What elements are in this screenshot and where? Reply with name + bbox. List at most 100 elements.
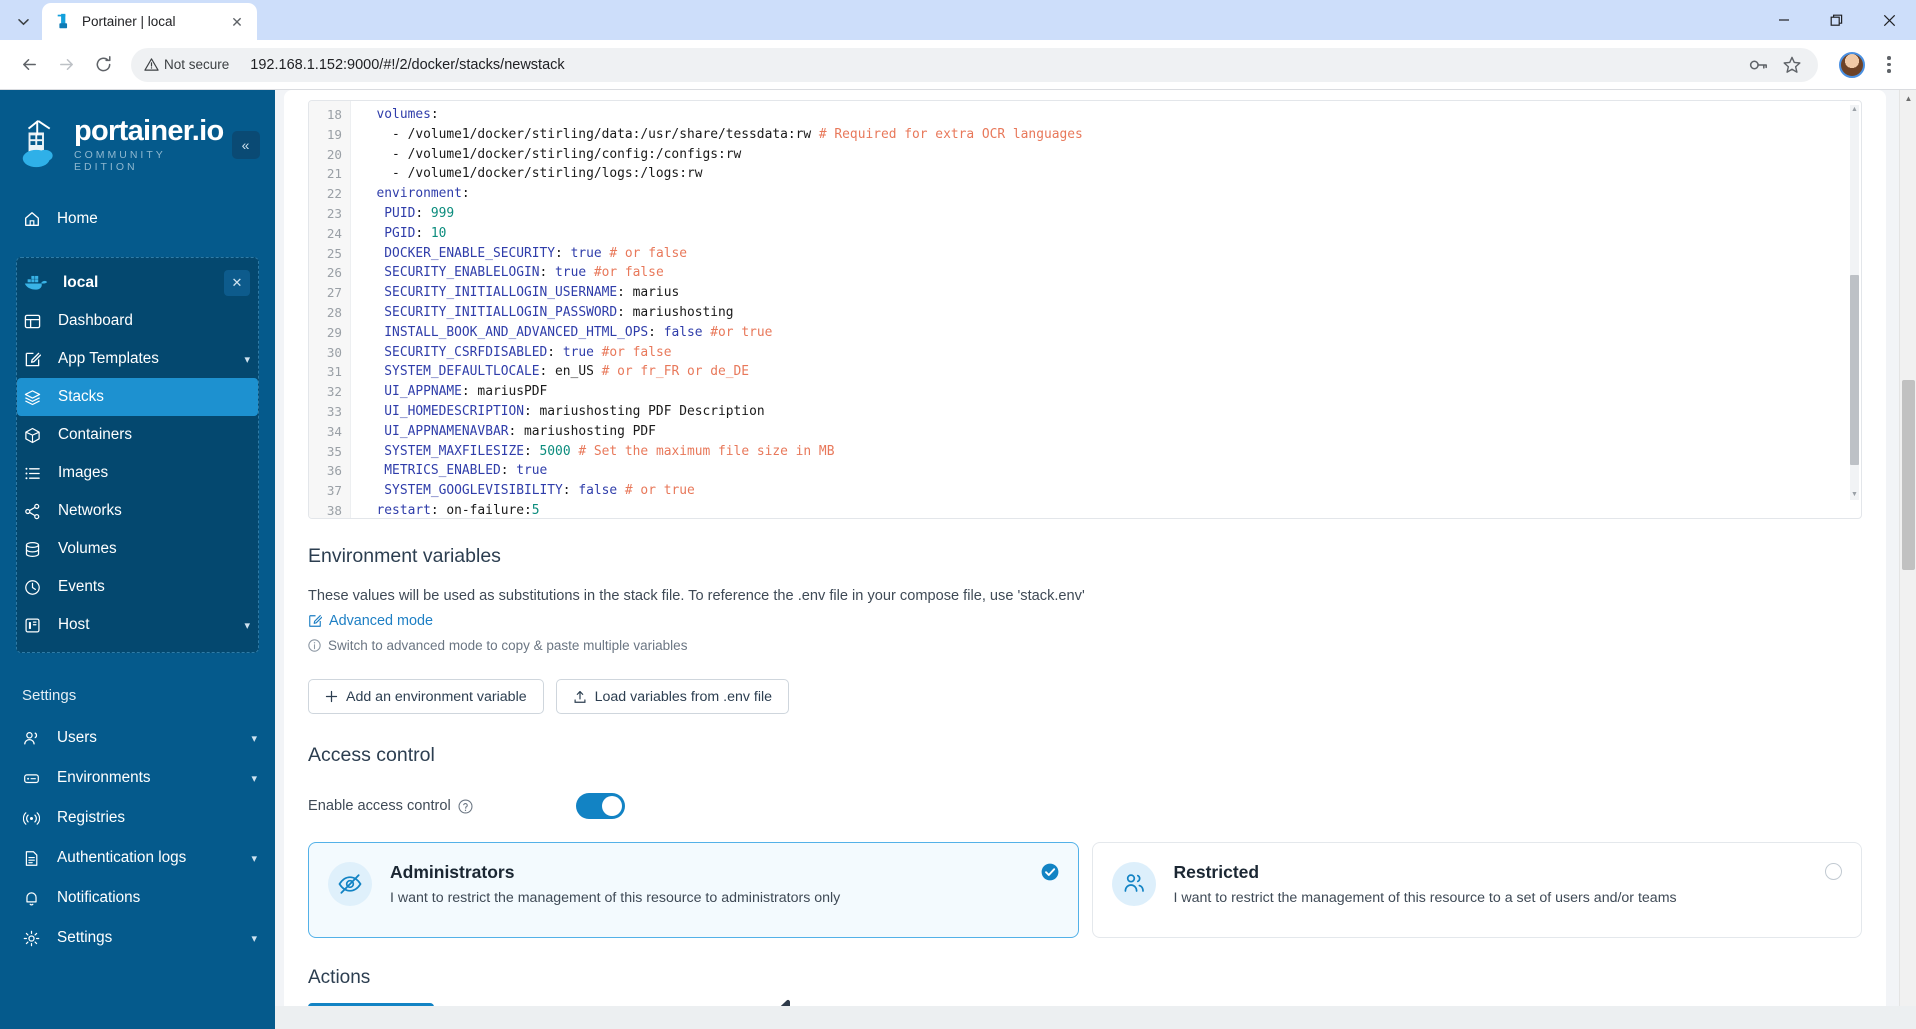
access-option-administrators[interactable]: Administrators I want to restrict the ma… — [308, 842, 1079, 938]
reload-icon[interactable] — [86, 48, 120, 82]
sidebar-collapse-button[interactable]: « — [231, 131, 260, 159]
editor-line[interactable]: - /volume1/docker/stirling/config:/confi… — [361, 145, 1861, 165]
editor-line[interactable]: UI_HOMEDESCRIPTION: mariushosting PDF De… — [361, 402, 1861, 422]
sidebar-item-networks[interactable]: Networks — [17, 492, 258, 530]
sidebar-item-notifications[interactable]: Notifications — [0, 878, 275, 918]
back-arrow-icon[interactable] — [12, 48, 46, 82]
access-option-description: I want to restrict the management of thi… — [390, 890, 841, 906]
sidebar-item-settings[interactable]: Settings ▾ — [0, 918, 275, 958]
sidebar-item-environments[interactable]: Environments ▾ — [0, 758, 275, 798]
editor-line[interactable]: INSTALL_BOOK_AND_ADVANCED_HTML_OPS: fals… — [361, 323, 1861, 343]
page-scrollbar[interactable]: ▲ ▼ — [1899, 90, 1916, 1029]
page-scroll-up-icon[interactable]: ▲ — [1900, 90, 1916, 107]
editor-line[interactable]: UI_APPNAMENAVBAR: mariushosting PDF — [361, 422, 1861, 442]
editor-line[interactable]: SYSTEM_DEFAULTLOCALE: en_US # or fr_FR o… — [361, 362, 1861, 382]
editor-line[interactable]: restart: on-failure:5 — [361, 501, 1861, 518]
advanced-mode-link[interactable]: Advanced mode — [308, 613, 1862, 629]
security-label: Not secure — [164, 57, 230, 72]
browser-toolbar: Not secure 192.168.1.152:9000/#!/2/docke… — [0, 40, 1916, 90]
sidebar-environment-header[interactable]: local ✕ — [17, 264, 258, 302]
kebab-menu-icon[interactable] — [1874, 50, 1904, 80]
radio-empty-icon[interactable] — [1825, 863, 1842, 880]
editor-line[interactable]: SYSTEM_GOOGLEVISIBILITY: false # or true — [361, 481, 1861, 501]
editor-line[interactable]: - /volume1/docker/stirling/logs:/logs:rw — [361, 164, 1861, 184]
editor-line[interactable]: UI_APPNAME: mariusPDF — [361, 382, 1861, 402]
load-env-file-button[interactable]: Load variables from .env file — [555, 679, 790, 714]
minimize-icon[interactable] — [1757, 0, 1810, 40]
close-window-icon[interactable] — [1863, 0, 1916, 40]
restore-icon[interactable] — [1810, 0, 1863, 40]
enable-access-control-toggle[interactable] — [576, 793, 625, 819]
sidebar-item-events[interactable]: Events — [17, 568, 258, 606]
brand[interactable]: portainer.io COMMUNITY EDITION « — [0, 90, 275, 173]
forward-arrow-icon[interactable] — [49, 48, 83, 82]
address-bar[interactable]: Not secure 192.168.1.152:9000/#!/2/docke… — [131, 47, 1818, 82]
key-icon[interactable] — [1748, 55, 1768, 75]
editor-line-number: 21 — [326, 166, 342, 182]
editor-line[interactable]: DOCKER_ENABLE_SECURITY: true # or false — [361, 244, 1861, 264]
chevron-down-icon[interactable]: ▾ — [251, 932, 257, 945]
compose-editor[interactable]: 18 19 20 21 22 23 24 25 26 27 28 29 30 31 32 33 34 35 36 37… — [308, 100, 1862, 519]
chevron-down-icon[interactable]: ▾ — [244, 353, 250, 366]
editor-line[interactable]: environment: — [361, 184, 1861, 204]
url-text[interactable]: 192.168.1.152:9000/#!/2/docker/stacks/ne… — [250, 57, 1741, 73]
code-token: - /volume1/docker/stirling/config:/confi… — [361, 146, 742, 162]
editor-line[interactable]: SECURITY_INITIALLOGIN_USERNAME: marius — [361, 283, 1861, 303]
code-token: true — [555, 265, 587, 281]
tab-close-icon[interactable]: ✕ — [227, 12, 247, 32]
sidebar-item-home[interactable]: Home — [0, 199, 275, 239]
browser-tab[interactable]: Portainer | local ✕ — [42, 3, 257, 40]
chevron-down-icon[interactable]: ▾ — [244, 619, 250, 632]
editor-line[interactable]: PGID: 10 — [361, 224, 1861, 244]
chevron-down-icon[interactable]: ▾ — [251, 852, 257, 865]
editor-line[interactable]: SECURITY_INITIALLOGIN_PASSWORD: mariusho… — [361, 303, 1861, 323]
sidebar-item-containers[interactable]: Containers — [17, 416, 258, 454]
code-token: : mariushosting — [617, 304, 734, 320]
sidebar-item-users[interactable]: Users ▾ — [0, 718, 275, 758]
editor-line[interactable]: SECURITY_ENABLELOGIN: true #or false — [361, 263, 1861, 283]
sidebar-item-registries[interactable]: Registries — [0, 798, 275, 838]
access-option-title: Administrators — [390, 862, 515, 882]
avatar-icon[interactable] — [1839, 51, 1865, 78]
star-icon[interactable] — [1782, 55, 1802, 75]
editor-scrollbar[interactable]: ▲ ▼ — [1850, 105, 1859, 500]
sidebar-item-host[interactable]: Host ▾ — [17, 606, 258, 644]
dashboard-icon — [23, 312, 42, 331]
editor-line[interactable]: volumes: — [361, 105, 1861, 125]
question-mark-icon[interactable] — [458, 798, 473, 814]
sidebar-item-authentication-logs[interactable]: Authentication logs ▾ — [0, 838, 275, 878]
sidebar-environment-close-icon[interactable]: ✕ — [224, 270, 250, 296]
sidebar-item-dashboard[interactable]: Dashboard — [17, 302, 258, 340]
editor-line[interactable]: PUID: 999 — [361, 204, 1861, 224]
code-token: : mariushosting PDF — [508, 423, 656, 439]
sidebar-item-label: Volumes — [58, 540, 117, 557]
code-token: SYSTEM_GOOGLEVISIBILITY — [384, 483, 563, 499]
page-scroll-thumb[interactable] — [1902, 380, 1915, 570]
tab-title: Portainer | local — [82, 14, 176, 29]
sidebar-item-app-templates[interactable]: App Templates ▾ — [17, 340, 258, 378]
sidebar-item-stacks[interactable]: Stacks — [17, 378, 258, 416]
sidebar-item-label: Networks — [58, 502, 122, 519]
editor-line[interactable]: SYSTEM_MAXFILESIZE: 5000 # Set the maxim… — [361, 442, 1861, 462]
editor-line-number: 24 — [326, 225, 342, 241]
chevron-down-icon[interactable]: ▾ — [251, 732, 257, 745]
tab-list-icon[interactable] — [6, 7, 40, 37]
security-status[interactable]: Not secure — [144, 57, 236, 72]
editor-line[interactable]: SECURITY_CSRFDISABLED: true #or false — [361, 343, 1861, 363]
add-env-variable-button[interactable]: Add an environment variable — [308, 679, 544, 714]
editor-line[interactable]: METRICS_ENABLED: true — [361, 461, 1861, 481]
advanced-mode-label[interactable]: Advanced mode — [329, 613, 433, 629]
sidebar-item-volumes[interactable]: Volumes — [17, 530, 258, 568]
editor-scroll-down-icon[interactable]: ▼ — [1850, 490, 1859, 500]
editor-code[interactable]: volumes: - /volume1/docker/stirling/data… — [351, 101, 1861, 518]
editor-line-number: 23 — [326, 205, 342, 221]
environments-icon — [22, 769, 41, 788]
editor-line[interactable]: - /volume1/docker/stirling/data:/usr/sha… — [361, 125, 1861, 145]
sidebar-item-images[interactable]: Images — [17, 454, 258, 492]
chevron-down-icon[interactable]: ▾ — [251, 772, 257, 785]
access-option-restricted[interactable]: Restricted I want to restrict the manage… — [1091, 842, 1862, 938]
editor-scroll-thumb[interactable] — [1850, 275, 1859, 465]
editor-scroll-up-icon[interactable]: ▲ — [1850, 105, 1859, 115]
